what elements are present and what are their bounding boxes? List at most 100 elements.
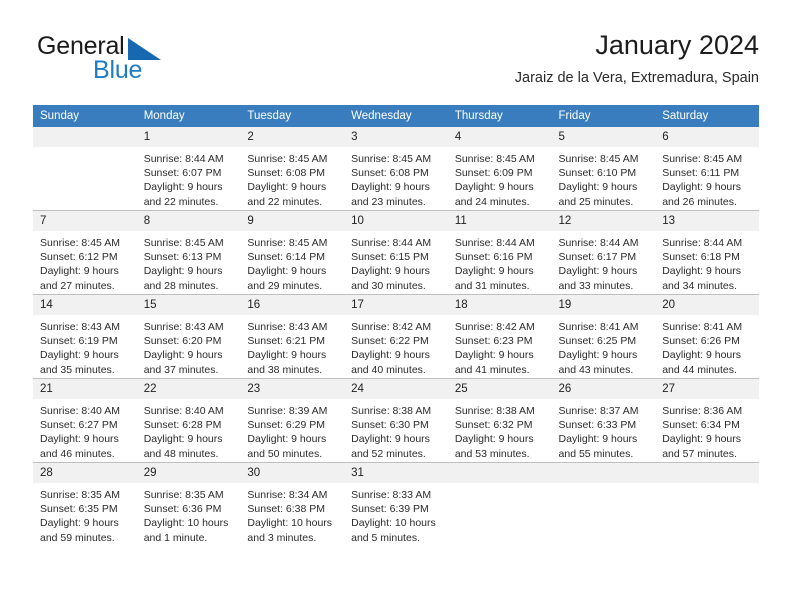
calendar-day-cell[interactable]: 12 Sunrise: 8:44 AM Sunset: 6:17 PM Dayligh… [551,210,656,295]
daylight-text-line2: and 46 minutes. [40,447,115,460]
calendar-day-cell[interactable]: 15 Sunrise: 8:43 AM Sunset: 6:20 PM Dayligh… [136,294,241,379]
day-sun-info: Sunrise: 8:35 AM Sunset: 6:35 PM Daylight:… [33,483,137,545]
daylight-text-line2: and 22 minutes. [247,195,323,208]
calendar-day-cell[interactable]: 22 Sunrise: 8:40 AM Sunset: 6:28 PM Dayligh… [136,378,241,463]
sunset-text: Sunset: 6:20 PM [143,335,222,348]
day-number: 1 [136,127,241,147]
day-number: 5 [551,127,656,147]
calendar-day-cell[interactable]: 8 Sunrise: 8:45 AM Sunset: 6:13 PM Daylight… [136,210,241,295]
daylight-text-line2: and 29 minutes. [247,279,323,292]
calendar-day-cell[interactable]: 31 Sunrise: 8:33 AM Sunset: 6:39 PM Dayligh… [344,462,448,546]
sunrise-text: Sunrise: 8:45 AM [40,237,120,249]
calendar-day-cell-empty [447,462,552,546]
calendar-day-cell[interactable]: 20 Sunrise: 8:41 AM Sunset: 6:26 PM Dayligh… [655,294,759,379]
calendar-day-cell[interactable]: 9 Sunrise: 8:45 AM Sunset: 6:14 PM Daylight… [240,210,345,295]
daylight-text-line2: and 26 minutes. [662,195,737,208]
daylight-text-line1: Daylight: 9 hours [143,181,223,194]
day-number: 27 [655,379,759,399]
calendar-day-cell[interactable]: 3 Sunrise: 8:45 AM Sunset: 6:08 PM Daylight… [344,127,448,211]
sunrise-text: Sunrise: 8:44 AM [662,237,743,249]
day-sun-info: Sunrise: 8:38 AM Sunset: 6:30 PM Daylight:… [344,399,448,461]
daylight-text-line2: and 27 minutes. [40,279,115,292]
daylight-text-line1: Daylight: 9 hours [143,265,223,278]
daylight-text-line2: and 35 minutes. [40,363,115,376]
sunset-text: Sunset: 6:09 PM [454,167,533,180]
daylight-text-line2: and 1 minute. [143,531,208,544]
sunrise-text: Sunrise: 8:38 AM [351,405,432,417]
calendar-body: 1 Sunrise: 8:44 AM Sunset: 6:07 PM Daylight… [33,127,759,546]
calendar-day-cell[interactable]: 28 Sunrise: 8:35 AM Sunset: 6:35 PM Dayligh… [33,462,137,546]
day-sun-info: Sunrise: 8:34 AM Sunset: 6:38 PM Daylight:… [240,483,344,545]
page-subtitle: Jaraiz de la Vera, Extremadura, Spain [514,70,759,86]
day-number: 30 [240,463,345,483]
sunset-text: Sunset: 6:21 PM [247,335,326,348]
calendar-day-cell[interactable]: 25 Sunrise: 8:38 AM Sunset: 6:32 PM Dayligh… [447,378,552,463]
weekday-header-saturday: Saturday [655,105,759,127]
sunrise-text: Sunrise: 8:45 AM [558,153,639,165]
calendar-day-cell[interactable]: 27 Sunrise: 8:36 AM Sunset: 6:34 PM Dayligh… [655,378,759,463]
sunset-text: Sunset: 6:32 PM [454,419,533,432]
day-number: 11 [447,211,552,231]
general-blue-logo[interactable]: General Blue [33,32,263,88]
calendar-day-cell-empty [655,462,759,546]
calendar-day-cell[interactable]: 30 Sunrise: 8:34 AM Sunset: 6:38 PM Dayligh… [240,462,345,546]
day-sun-info: Sunrise: 8:45 AM Sunset: 6:12 PM Daylight:… [33,231,137,293]
sunset-text: Sunset: 6:13 PM [143,251,222,264]
calendar-day-cell[interactable]: 11 Sunrise: 8:44 AM Sunset: 6:16 PM Dayligh… [447,210,552,295]
calendar-day-cell[interactable]: 26 Sunrise: 8:37 AM Sunset: 6:33 PM Dayligh… [551,378,656,463]
daylight-text-line1: Daylight: 9 hours [558,181,638,194]
calendar-day-cell[interactable]: 16 Sunrise: 8:43 AM Sunset: 6:21 PM Dayligh… [240,294,345,379]
sunset-text: Sunset: 6:08 PM [351,167,429,180]
daylight-text-line1: Daylight: 9 hours [351,433,430,446]
calendar-day-cell-empty [551,462,656,546]
calendar-day-cell[interactable]: 24 Sunrise: 8:38 AM Sunset: 6:30 PM Dayligh… [344,378,448,463]
calendar-day-cell[interactable]: 19 Sunrise: 8:41 AM Sunset: 6:25 PM Dayligh… [551,294,656,379]
daylight-text-line1: Daylight: 9 hours [558,349,638,362]
calendar-day-cell[interactable]: 17 Sunrise: 8:42 AM Sunset: 6:22 PM Dayligh… [344,294,448,379]
day-sun-info: Sunrise: 8:44 AM Sunset: 6:16 PM Daylight:… [448,231,552,293]
calendar-day-cell[interactable]: 29 Sunrise: 8:35 AM Sunset: 6:36 PM Dayligh… [136,462,241,546]
calendar-day-cell[interactable]: 4 Sunrise: 8:45 AM Sunset: 6:09 PM Daylight… [447,127,552,211]
sunset-text: Sunset: 6:19 PM [40,335,118,348]
calendar-day-cell[interactable]: 2 Sunrise: 8:45 AM Sunset: 6:08 PM Daylight… [240,127,345,211]
day-sun-info: Sunrise: 8:35 AM Sunset: 6:36 PM Daylight:… [137,483,241,545]
sunrise-text: Sunrise: 8:36 AM [662,405,743,417]
daylight-text-line1: Daylight: 9 hours [247,433,327,446]
sunrise-text: Sunrise: 8:45 AM [143,237,224,249]
calendar-day-cell[interactable]: 5 Sunrise: 8:45 AM Sunset: 6:10 PM Daylight… [551,127,656,211]
daylight-text-line1: Daylight: 9 hours [351,265,430,278]
sunrise-text: Sunrise: 8:38 AM [454,405,535,417]
calendar-day-cell[interactable]: 1 Sunrise: 8:44 AM Sunset: 6:07 PM Daylight… [136,127,241,211]
calendar-day-cell[interactable]: 6 Sunrise: 8:45 AM Sunset: 6:11 PM Daylight… [655,127,759,211]
sunrise-text: Sunrise: 8:45 AM [351,153,432,165]
sunrise-text: Sunrise: 8:45 AM [662,153,743,165]
daylight-text-line2: and 33 minutes. [558,279,634,292]
calendar-day-cell[interactable]: 18 Sunrise: 8:42 AM Sunset: 6:23 PM Dayligh… [447,294,552,379]
sunrise-text: Sunrise: 8:43 AM [40,321,120,333]
logo-text-blue: Blue [93,56,143,84]
day-sun-info: Sunrise: 8:45 AM Sunset: 6:08 PM Daylight:… [344,147,448,209]
day-number [33,127,137,147]
daylight-text-line1: Daylight: 9 hours [454,349,534,362]
calendar-day-cell[interactable]: 7 Sunrise: 8:45 AM Sunset: 6:12 PM Daylight… [33,210,137,295]
calendar-day-cell[interactable]: 21 Sunrise: 8:40 AM Sunset: 6:27 PM Dayligh… [33,378,137,463]
day-sun-info: Sunrise: 8:40 AM Sunset: 6:28 PM Daylight:… [137,399,241,461]
sunset-text: Sunset: 6:16 PM [454,251,533,264]
calendar-day-cell[interactable]: 10 Sunrise: 8:44 AM Sunset: 6:15 PM Dayligh… [344,210,448,295]
daylight-text-line2: and 28 minutes. [143,279,219,292]
calendar-header-row: Sunday Monday Tuesday Wednesday Thursday… [33,105,759,127]
day-number: 22 [136,379,241,399]
daylight-text-line2: and 53 minutes. [454,447,530,460]
daylight-text-line1: Daylight: 9 hours [558,265,638,278]
sunrise-text: Sunrise: 8:45 AM [247,237,328,249]
weekday-header-sunday: Sunday [33,105,137,127]
calendar-day-cell[interactable]: 14 Sunrise: 8:43 AM Sunset: 6:19 PM Dayligh… [33,294,137,379]
sunset-text: Sunset: 6:11 PM [662,167,740,180]
daylight-text-line1: Daylight: 10 hours [351,517,436,530]
calendar-day-cell[interactable]: 23 Sunrise: 8:39 AM Sunset: 6:29 PM Dayligh… [240,378,345,463]
day-number: 26 [551,379,656,399]
day-number: 16 [240,295,345,315]
day-number: 18 [447,295,552,315]
calendar-day-cell[interactable]: 13 Sunrise: 8:44 AM Sunset: 6:18 PM Dayligh… [655,210,759,295]
daylight-text-line1: Daylight: 9 hours [351,349,430,362]
